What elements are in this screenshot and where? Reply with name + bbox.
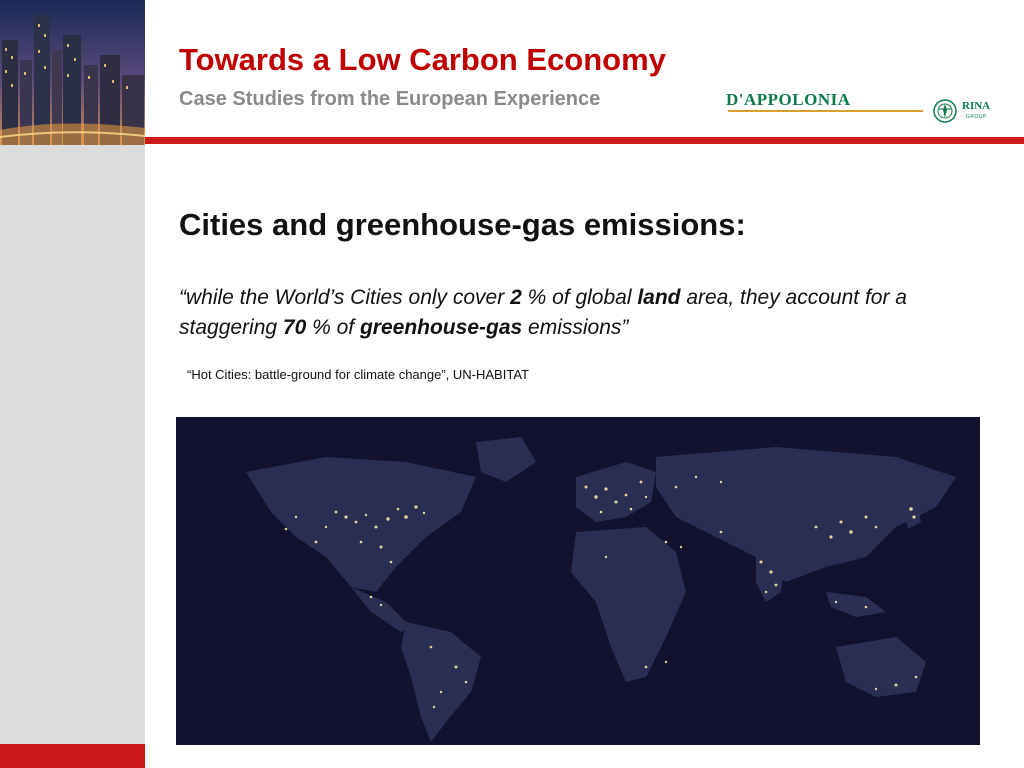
rina-emblem-icon: [933, 99, 957, 123]
quote-part: emissions”: [522, 316, 629, 339]
header-red-rule: [145, 137, 1024, 144]
dappolonia-logo-text: D'APPOLONIA: [726, 90, 851, 109]
quote-part: “while the World’s Cities only cover: [179, 286, 511, 309]
rina-group-text: GROUP: [966, 114, 987, 120]
presentation-title: Towards a Low Carbon Economy: [179, 42, 666, 77]
logo-underline: [728, 110, 923, 112]
quote-source: “Hot Cities: battle-ground for climate c…: [187, 367, 529, 382]
quote-bold-word: land: [637, 286, 681, 309]
quote-bold-number: 2: [510, 286, 522, 309]
quote-bold-word: greenhouse-gas: [359, 316, 523, 339]
rina-text: RINA: [962, 100, 991, 112]
quote-bold-number: 70: [282, 316, 307, 339]
quote-part: % of global: [521, 286, 638, 309]
city-skyline-photo: [0, 0, 145, 145]
left-red-footer-bar: [0, 744, 145, 768]
company-logo: D'APPOLONIA RINA GROUP: [726, 86, 991, 126]
presentation-subtitle: Case Studies from the European Experienc…: [179, 88, 601, 110]
quote-part: % of: [306, 316, 360, 339]
world-night-lights-map: [176, 417, 980, 745]
quote-text: “while the World’s Cities only cover 2 %…: [179, 283, 949, 343]
slide-heading: Cities and greenhouse-gas emissions:: [179, 207, 746, 242]
rina-logo: RINA GROUP: [932, 96, 992, 126]
